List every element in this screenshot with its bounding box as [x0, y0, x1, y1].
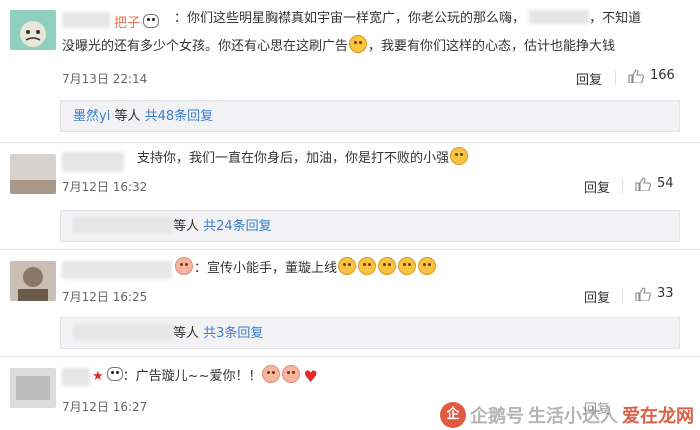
watermark-brand: 生活小达人: [528, 406, 618, 427]
heart-icon: ♥: [303, 367, 318, 386]
blurred-username: [62, 152, 124, 172]
thumbs-up-icon: [635, 176, 651, 191]
comment-time: 7月13日 22:14: [62, 72, 148, 86]
comment-time: 7月12日 16:25: [62, 290, 148, 304]
like-count: 33: [657, 286, 674, 301]
reply-thread[interactable]: 等人 共3条回复: [60, 317, 680, 349]
like-button[interactable]: 33: [635, 286, 674, 301]
thread-user-link[interactable]: 墨然yi: [73, 109, 110, 124]
reply-thread[interactable]: 墨然yi 等人 共48条回复: [60, 100, 680, 132]
blurred-username: [62, 261, 172, 279]
blurred-username: [62, 368, 90, 386]
avatar[interactable]: [10, 10, 56, 50]
watermark-logo: 企: [440, 402, 466, 428]
like-count: 166: [650, 68, 675, 83]
watermark: 企 企鹅号 生活小达人 爱在龙网: [440, 402, 694, 428]
panda-icon: [143, 14, 160, 28]
blurred-username: [62, 12, 110, 28]
star-icon: ★: [92, 369, 104, 384]
reply-button[interactable]: 回复: [584, 177, 610, 196]
reply-button[interactable]: 回复: [576, 69, 602, 88]
separator: [615, 71, 616, 85]
comment-2: 支持你，我们一直在你身后，加油，你是打不败的小强 7月12日 16:32 回复 …: [0, 142, 700, 246]
emoji-icon: [349, 35, 368, 53]
separator: [622, 289, 623, 303]
thread-count-link[interactable]: 共48条回复: [145, 109, 214, 124]
comment-text-line2: 没曝光的还有多少个女孩。你还有心思在这刷广告 ，我要有你们这样的心态，估计也能挣大…: [62, 35, 692, 58]
emoji-icon: [282, 365, 301, 383]
like-count: 54: [657, 176, 674, 191]
comment-text: 支持你，我们一直在你身后，加油，你是打不败的小强: [137, 147, 637, 170]
avatar-blurred-icon: [10, 154, 56, 194]
emoji-icon: [378, 257, 397, 275]
comment-text: ：你们这些明星胸襟真如宇宙一样宽广，你老公玩的那么嗨， ，不知道: [174, 10, 642, 26]
thread-count-link[interactable]: 共3条回复: [203, 326, 263, 341]
like-button[interactable]: 166: [628, 68, 675, 83]
comment-author[interactable]: 把子: [114, 12, 160, 31]
reply-button[interactable]: 回复: [584, 287, 610, 306]
emoji-icon: [450, 147, 469, 165]
emoji-icon: [338, 257, 357, 275]
separator: [622, 179, 623, 193]
avatar-blurred-icon: [10, 368, 56, 408]
like-button[interactable]: 54: [635, 176, 674, 191]
avatar[interactable]: [10, 261, 56, 301]
reply-thread[interactable]: 等人 共24条回复: [60, 210, 680, 242]
comment-time: 7月12日 16:32: [62, 180, 148, 194]
emoji-icon: [175, 257, 193, 275]
comment-text: ★ ：广告璇儿~~爱你！！ ♥: [92, 365, 318, 386]
comment-3: ：宣传小能手，董璇上线 7月12日 16:25 回复 33 等人 共3条回复: [0, 249, 700, 354]
thread-count-link[interactable]: 共24条回复: [203, 219, 272, 234]
panda-icon: [106, 367, 123, 381]
emoji-icon: [358, 257, 377, 275]
avatar-face-icon: [10, 10, 56, 50]
comment-1: 把子 ：你们这些明星胸襟真如宇宙一样宽广，你老公玩的那么嗨， ，不知道 没曝光的…: [0, 0, 700, 140]
avatar-blurred-icon: [10, 261, 56, 301]
avatar[interactable]: [10, 368, 56, 408]
comment-time: 7月12日 16:27: [62, 400, 148, 414]
emoji-icon: [262, 365, 281, 383]
corner-logo: 爱在龙网: [622, 406, 694, 427]
thumbs-up-icon: [635, 286, 651, 301]
thumbs-up-icon: [628, 68, 644, 83]
avatar[interactable]: [10, 154, 56, 194]
emoji-icon: [398, 257, 417, 275]
comment-text: ：宣传小能手，董璇上线: [174, 257, 674, 280]
emoji-icon: [418, 257, 437, 275]
